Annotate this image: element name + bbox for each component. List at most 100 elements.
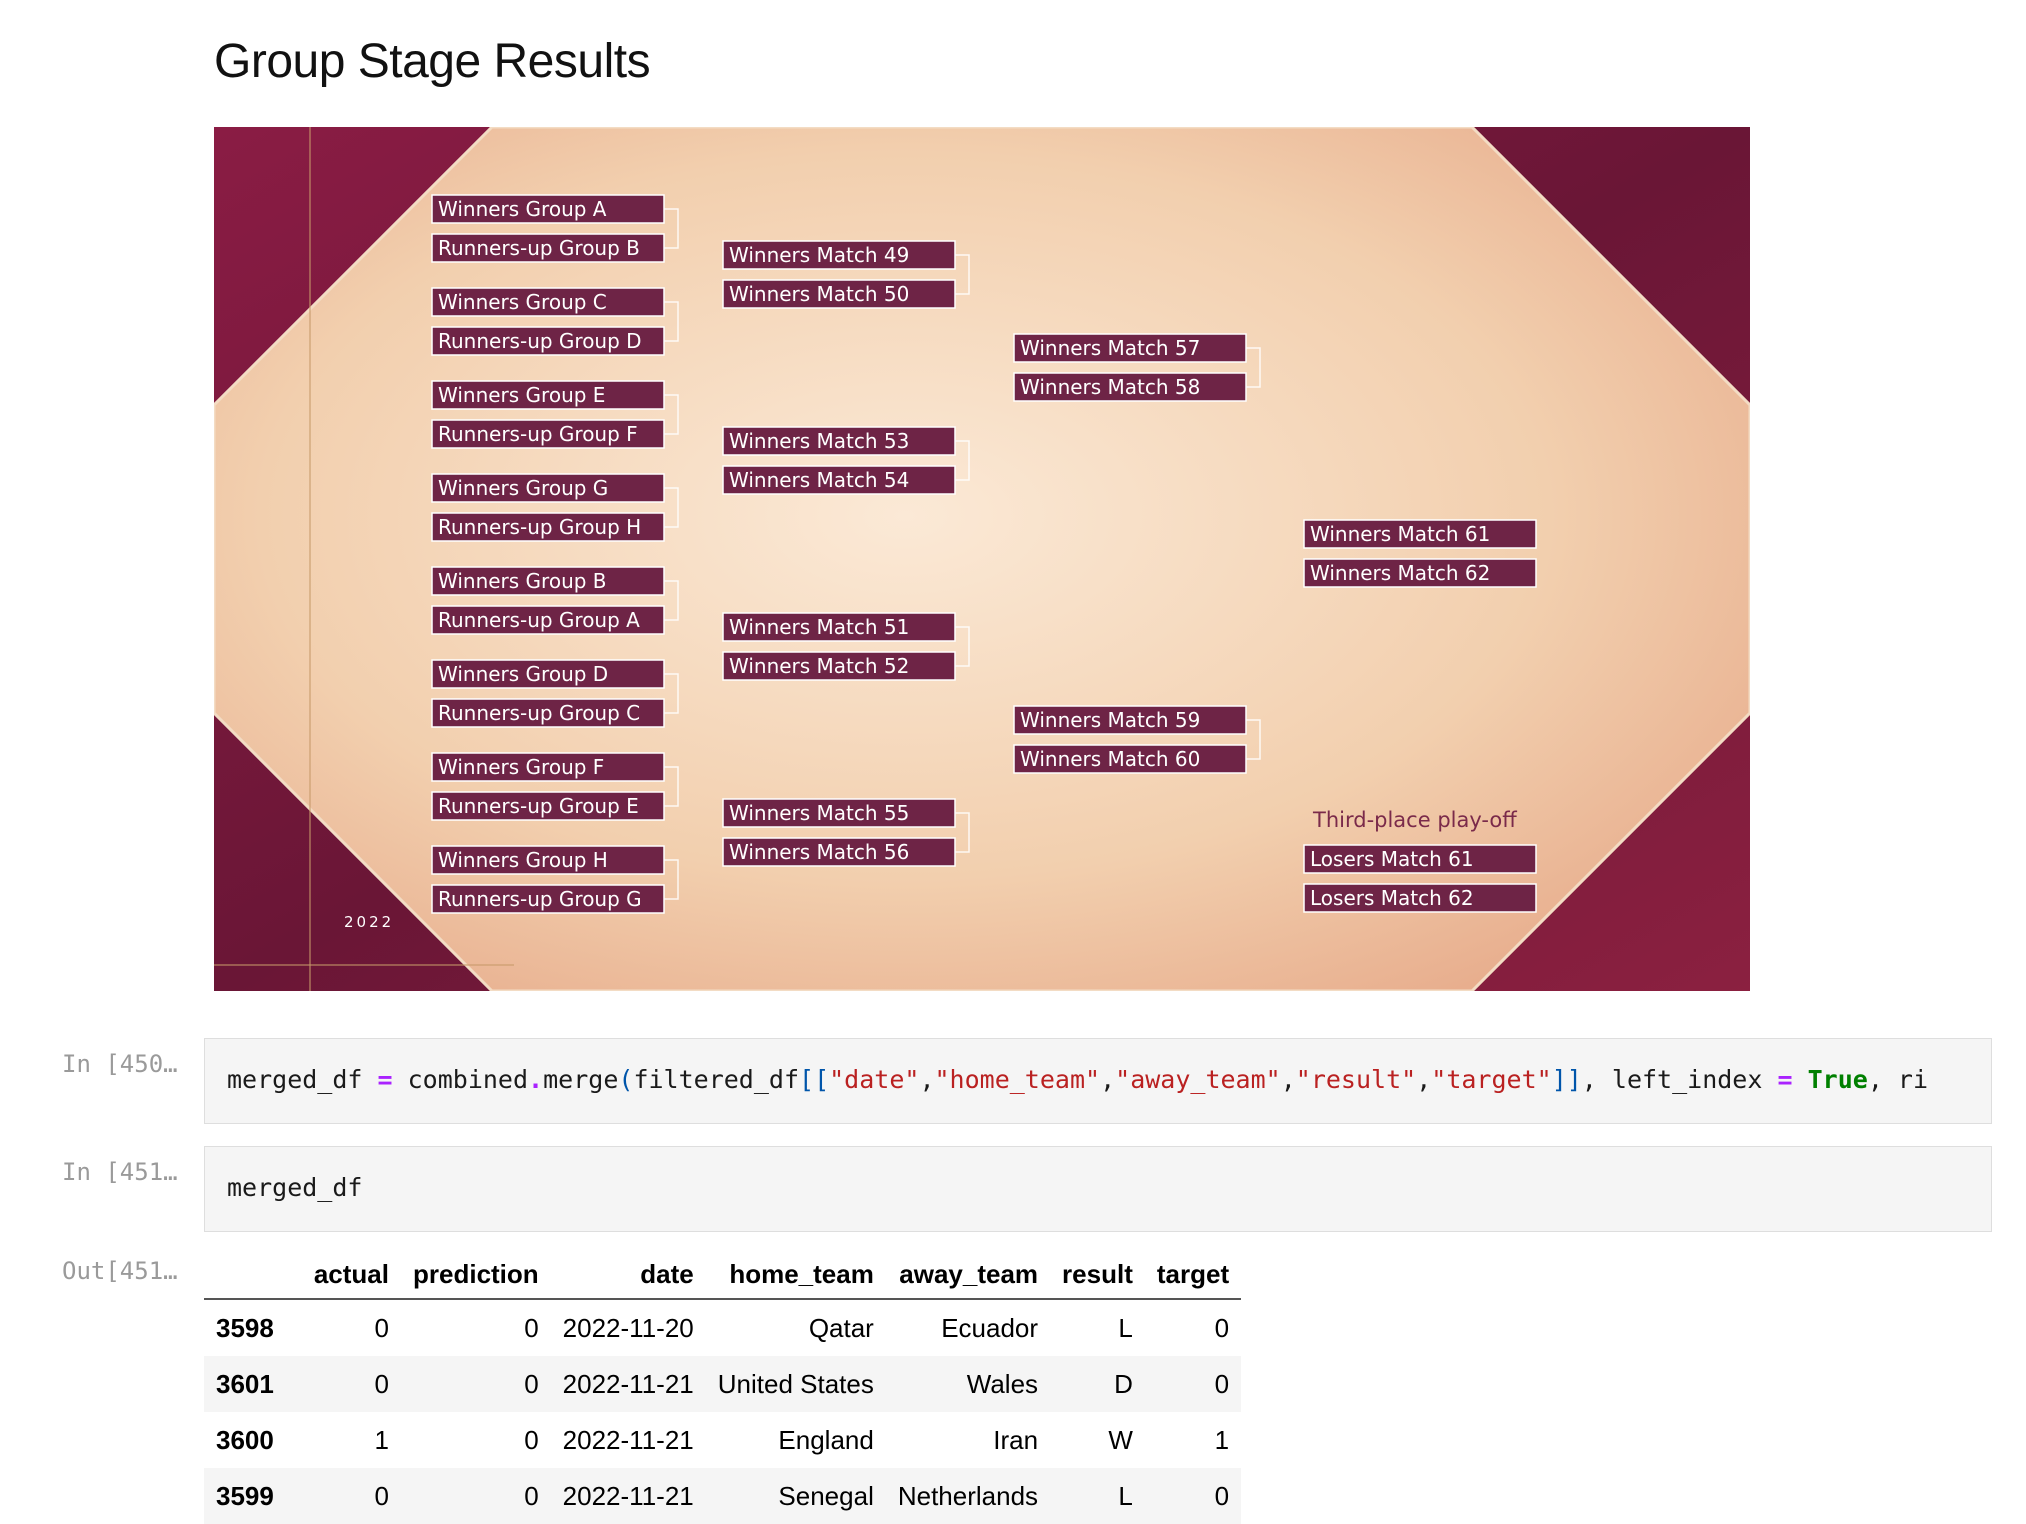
column-header-away-team: away_team [885,1250,1051,1300]
column-header-date: date [550,1250,706,1300]
slot-quarter-final: Winners Match 56 [722,837,956,867]
slot-round-of-16: Winners Group H [431,845,665,875]
cell-date: 2022-11-20 [562,1312,694,1343]
slot-label: Winners Match 57 [1020,336,1200,360]
slot-round-of-16: Runners-up Group E [431,791,665,821]
index-header [204,1250,302,1300]
cell-date: 2022-11-21 [562,1424,694,1455]
code-cell-display[interactable]: merged_df [204,1146,1992,1232]
slot-label: Losers Match 62 [1310,886,1474,910]
code-token: = [377,1065,393,1094]
code-token: "date" [829,1065,920,1094]
cell-prediction: 0 [524,1424,539,1455]
code-text[interactable]: merged_df [227,1173,362,1202]
slot-label: Runners-up Group C [438,701,640,725]
slot-third-place: Losers Match 62 [1303,883,1537,913]
slot-label: Winners Match 56 [729,840,909,864]
slot-semi-final: Winners Match 58 [1013,372,1247,402]
code-token: , ri [1867,1065,1929,1094]
slot-label: Winners Group G [438,476,608,500]
slot-third-place: Losers Match 61 [1303,844,1537,874]
slot-label: Winners Group H [438,848,608,872]
slot-semi-final: Winners Match 60 [1013,744,1247,774]
cell-result: L [1118,1312,1133,1343]
code-cell-merge[interactable]: merged_df = combined.merge(filtered_df[[… [204,1038,1992,1124]
slot-label: Winners Match 50 [729,282,909,306]
cell-result: W [1108,1424,1133,1455]
table-row: 3599 0 0 2022-11-21 Senegal Netherlands … [204,1468,1242,1524]
row-index: 3601 [216,1368,274,1399]
slot-label: Winners Group B [438,569,607,593]
cell-date: 2022-11-21 [562,1368,694,1399]
cell-away-team: Ecuador [941,1312,1039,1343]
slot-label: Winners Match 62 [1310,561,1490,585]
column-header-actual: actual [301,1250,401,1300]
slot-round-of-16: Winners Group C [431,287,665,317]
slot-label: Runners-up Group A [438,608,640,632]
dataframe-header-row: actual prediction date home_team away_te… [204,1250,1242,1300]
cell-result: D [1114,1368,1133,1399]
slot-round-of-16: Runners-up Group C [431,698,665,728]
slot-label: Winners Match 54 [729,468,909,492]
third-place-title: Third-place play-off [1312,808,1517,832]
code-token: , [1100,1065,1116,1094]
slot-quarter-final: Winners Match 52 [722,651,956,681]
column-header-prediction: prediction [401,1250,551,1300]
cell-actual: 0 [374,1480,389,1511]
row-index: 3599 [216,1480,274,1511]
cell-home-team: England [778,1424,874,1455]
slot-label: Winners Group E [438,383,605,407]
code-token: filtered_df [633,1065,800,1094]
output-prompt-451: Out[451… [62,1257,178,1285]
slot-quarter-final: Winners Match 54 [722,465,956,495]
row-index: 3600 [216,1424,274,1455]
table-row: 3600 1 0 2022-11-21 England Iran W 1 [204,1412,1241,1468]
cell-target: 0 [1214,1312,1230,1343]
slot-round-of-16: Winners Group A [431,194,665,224]
cell-home-team: Senegal [778,1480,874,1511]
slot-label: Winners Match 61 [1310,522,1490,546]
slot-quarter-final: Winners Match 53 [722,426,956,456]
slot-label: Runners-up Group G [438,887,642,911]
slot-label: Winners Match 58 [1020,375,1200,399]
knockout-bracket-image: Winners Group A Runners-up Group B Winners… [214,127,1750,991]
slot-label: Runners-up Group B [438,236,640,260]
code-token: True [1807,1065,1868,1094]
cell-actual: 1 [374,1424,389,1455]
code-token: "target" [1431,1065,1552,1094]
slot-label: Winners Match 49 [729,243,909,267]
cell-prediction: 0 [524,1312,539,1343]
code-token: combined [392,1065,529,1094]
code-text[interactable]: merged_df = combined.merge(filtered_df[[… [227,1065,1928,1094]
cell-away-team: Wales [966,1368,1039,1399]
slot-semi-final: Winners Match 59 [1013,705,1247,735]
slot-final: Winners Match 62 [1303,558,1537,588]
code-token: ]] [1551,1065,1582,1094]
bracket-year-mark: 2022 [344,913,394,931]
cell-target: 1 [1214,1424,1230,1455]
slot-final: Winners Match 61 [1303,519,1537,549]
cell-result: L [1118,1480,1133,1511]
slot-label: Winners Match 55 [729,801,909,825]
code-token: merged_df [227,1065,378,1094]
slot-round-of-16: Runners-up Group D [431,326,665,356]
slot-quarter-final: Winners Match 55 [722,798,956,828]
table-row: 3601 0 0 2022-11-21 United States Wales … [204,1356,1242,1412]
slot-round-of-16: Winners Group D [431,659,665,689]
slot-round-of-16: Runners-up Group A [431,605,665,635]
slot-label: Winners Match 60 [1020,747,1200,771]
code-token: "home_team" [934,1065,1101,1094]
cell-target: 0 [1214,1480,1230,1511]
cell-date: 2022-11-21 [562,1480,694,1511]
cell-away-team: Netherlands [897,1480,1039,1511]
cell-prompt-451: In [451… [62,1158,178,1186]
cell-actual: 0 [374,1312,389,1343]
code-token: [[ [799,1065,830,1094]
slot-label: Winners Group F [438,755,604,779]
column-header-target: target [1144,1250,1242,1300]
cell-away-team: Iran [993,1424,1039,1455]
code-token: ( [618,1065,634,1094]
slot-label: Runners-up Group H [438,515,641,539]
slot-label: Winners Match 52 [729,654,909,678]
